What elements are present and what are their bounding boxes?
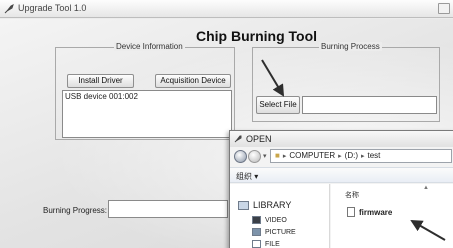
title-bar: Upgrade Tool 1.0: [0, 0, 453, 18]
library-icon: [238, 200, 249, 210]
open-file-dialog: OPEN ▾ ■ ▸ COMPUTER ▸ (D:) ▸ test 组织 ▾ LIBRARY…: [229, 130, 453, 248]
nav-item-picture[interactable]: PICTURE: [252, 228, 296, 236]
breadcrumb-folder[interactable]: test: [368, 151, 381, 160]
page-title: Chip Burning Tool: [195, 28, 318, 44]
sort-caret-icon: ▲: [423, 185, 429, 191]
file-path-field[interactable]: [302, 96, 437, 114]
navigation-bar: ▾ ■ ▸ COMPUTER ▸ (D:) ▸ test: [230, 147, 453, 165]
burning-progress-field: [108, 200, 228, 218]
folder-icon: ■: [275, 151, 280, 160]
install-driver-button[interactable]: Install Driver: [67, 74, 134, 88]
device-list[interactable]: USB device 001:002: [62, 90, 232, 138]
video-icon: [252, 216, 261, 224]
device-group-label: Device Information: [114, 42, 185, 51]
process-group-label: Burning Process: [319, 42, 382, 51]
history-dropdown-icon[interactable]: ▾: [263, 152, 267, 160]
chevron-right-icon: ▸: [360, 153, 365, 160]
document-icon: [252, 240, 261, 248]
burning-progress-label: Burning Progress:: [43, 206, 108, 215]
chevron-right-icon: ▸: [282, 153, 287, 160]
column-header-name[interactable]: 名称: [345, 190, 359, 200]
navigation-pane: LIBRARY VIDEO PICTURE FILE: [230, 184, 330, 248]
nav-item-file[interactable]: FILE: [252, 240, 280, 248]
document-icon: [347, 207, 355, 217]
file-item-firmware[interactable]: firmware: [347, 207, 392, 217]
chevron-right-icon: ▸: [338, 153, 342, 160]
select-file-button[interactable]: Select File: [256, 96, 300, 114]
nav-item-label: FILE: [265, 240, 280, 248]
feather-icon: [4, 4, 14, 14]
organize-menu[interactable]: 组织 ▾: [236, 171, 258, 182]
file-item-label: firmware: [359, 207, 393, 217]
window-control-button[interactable]: [438, 3, 450, 14]
address-bar[interactable]: ■ ▸ COMPUTER ▸ (D:) ▸ test: [270, 149, 452, 163]
dialog-title: OPEN: [246, 134, 272, 144]
nav-item-label: PICTURE: [265, 228, 296, 236]
back-arrow-icon[interactable]: [234, 150, 247, 163]
forward-arrow-icon[interactable]: [248, 150, 261, 163]
window-title: Upgrade Tool 1.0: [18, 3, 87, 13]
picture-icon: [252, 228, 261, 236]
upgrade-tool-window: Upgrade Tool 1.0 Chip Burning Tool Devic…: [0, 0, 453, 248]
feather-icon: [234, 135, 242, 143]
dialog-toolbar: 组织 ▾: [230, 167, 453, 183]
device-list-item[interactable]: USB device 001:002: [65, 92, 229, 101]
breadcrumb-drive[interactable]: (D:): [345, 151, 358, 160]
nav-item-label: LIBRARY: [253, 200, 292, 210]
dialog-title-bar: OPEN: [230, 131, 453, 147]
breadcrumb-computer[interactable]: COMPUTER: [289, 151, 335, 160]
file-list-pane: ▲ 名称 firmware: [331, 184, 453, 248]
nav-item-video[interactable]: VIDEO: [252, 216, 287, 224]
nav-item-label: VIDEO: [265, 216, 287, 224]
nav-item-library[interactable]: LIBRARY: [238, 200, 291, 210]
acquisition-device-button[interactable]: Acquisition Device: [155, 74, 231, 88]
